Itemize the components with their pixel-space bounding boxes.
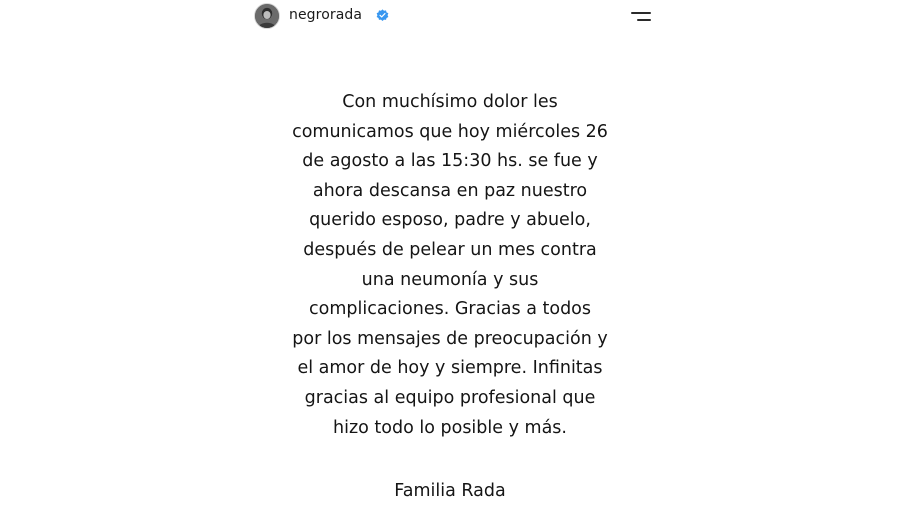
post-header: negrorada bbox=[0, 0, 900, 36]
signature-text: Familia Rada bbox=[394, 481, 506, 501]
message-line: una neumonía y sus bbox=[361, 269, 539, 290]
message-line: Con muchísimo dolor les bbox=[342, 92, 558, 112]
message-line: después de pelear un mes contra bbox=[303, 239, 597, 260]
message-line: ahora descansa en paz nuestro bbox=[312, 180, 588, 201]
menu-icon-line bbox=[631, 12, 651, 14]
verified-badge-icon bbox=[376, 9, 389, 22]
story-page: negrorada Con muchísimo dolor les comuni… bbox=[0, 0, 900, 505]
menu-icon-line bbox=[637, 19, 651, 21]
message-line: por los mensajes de preocupación y bbox=[292, 328, 608, 349]
message-line: gracias al equipo profesional que bbox=[304, 387, 596, 408]
message-line: el amor de hoy y siempre. Infinitas bbox=[297, 358, 603, 379]
message-line: comunicamos que hoy miércoles 26 bbox=[292, 121, 608, 142]
profile-avatar[interactable] bbox=[254, 3, 280, 29]
avatar-image bbox=[255, 4, 279, 28]
message-line: de agosto a las 15:30 hs. se fue y bbox=[302, 151, 598, 172]
message-line: complicaciones. Gracias a todos bbox=[309, 299, 591, 320]
message-line: querido esposo, padre y abuelo, bbox=[309, 210, 591, 231]
post-message: Con muchísimo dolor les comunicamos que … bbox=[250, 88, 650, 443]
message-line: hizo todo lo posible y más. bbox=[333, 417, 567, 438]
username-link[interactable]: negrorada bbox=[289, 7, 362, 23]
hamburger-menu-icon[interactable] bbox=[629, 10, 651, 24]
